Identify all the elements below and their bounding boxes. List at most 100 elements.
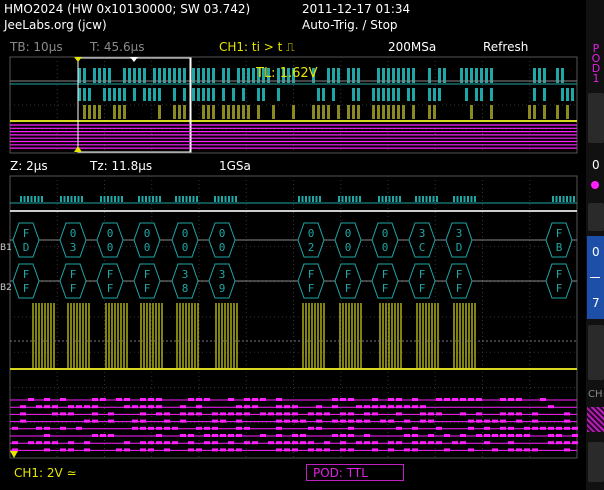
ch1-pulse — [207, 105, 210, 119]
bus-pulse — [107, 196, 109, 202]
logic-pulse — [388, 398, 394, 401]
logic-pulse — [500, 434, 506, 437]
logic-pulse — [292, 412, 298, 416]
bus-byte-hi: 0 — [345, 227, 352, 240]
logic-pulse — [92, 434, 98, 437]
logic-pulse — [236, 412, 242, 416]
logic-pulse — [188, 441, 194, 445]
logic-pulse — [436, 412, 442, 416]
logic-pulse — [508, 426, 514, 430]
logic-pulse — [364, 405, 370, 409]
trigger-level-label: TL: 1.62V — [256, 66, 318, 81]
bus-byte-lo: F — [23, 282, 30, 295]
ch1-pulse — [470, 105, 473, 119]
sidebar-soft-key-2[interactable] — [588, 203, 604, 231]
bus-pulse — [118, 88, 121, 101]
logic-pulse — [500, 398, 506, 401]
logic-pulse — [404, 434, 410, 437]
sidebar-soft-key-3[interactable] — [588, 325, 604, 380]
bus-pulse — [113, 88, 116, 101]
bus-pulse — [23, 196, 26, 202]
logic-pulse — [140, 405, 146, 409]
bus-pulse — [332, 88, 335, 101]
logic-pulse — [356, 405, 362, 409]
bus-pulse — [74, 196, 76, 202]
logic-pulse — [84, 405, 90, 409]
bus-pulse — [173, 88, 176, 101]
logic-pulse — [44, 426, 50, 430]
logic-pulse — [532, 419, 538, 423]
logic-pulse — [228, 412, 234, 416]
logic-pulse — [140, 448, 146, 452]
bus-pulse — [235, 196, 237, 202]
logic-pulse — [148, 405, 154, 409]
logic-pulse — [124, 405, 130, 409]
bus-pulse — [470, 196, 473, 202]
logic-pulse — [492, 419, 498, 423]
logic-pulse — [364, 412, 370, 416]
logic-pulse — [364, 434, 370, 437]
bus-pulse — [197, 88, 200, 101]
logic-pulse — [292, 434, 298, 437]
logic-pulse — [60, 398, 66, 401]
pod-logic-level[interactable]: POD: TTL — [306, 464, 404, 481]
sidebar-soft-key-4[interactable] — [588, 442, 604, 482]
logic-pulse — [12, 448, 18, 452]
logic-pulse — [476, 398, 482, 401]
bus-byte-lo: 0 — [182, 241, 189, 254]
bus-pulse — [262, 88, 265, 101]
logic-pulse — [244, 398, 250, 401]
logic-pulse — [252, 405, 258, 409]
range-divider — [590, 277, 600, 278]
bus-pulse — [385, 196, 387, 202]
logic-pulse — [284, 441, 290, 445]
bus-pulse — [397, 88, 400, 101]
ch1-pulse — [357, 105, 360, 119]
logic-pulse — [540, 426, 546, 430]
logic-pulse — [444, 448, 450, 452]
sidebar-soft-key-1[interactable] — [588, 93, 604, 143]
logic-pulse — [476, 434, 482, 437]
logic-pulse — [212, 434, 218, 437]
logic-pulse — [452, 441, 458, 445]
bus-pulse — [418, 196, 421, 202]
ch1-pulse — [528, 105, 531, 119]
bus-byte-lo: F — [556, 282, 563, 295]
logic-pulse — [412, 405, 418, 409]
logic-pulse — [348, 398, 354, 401]
bus-pulse — [224, 196, 227, 202]
bus-byte-lo: 2 — [308, 241, 315, 254]
bus-byte-lo: 0 — [219, 241, 226, 254]
bus-byte-lo: F — [382, 282, 389, 295]
logic-pulse — [276, 426, 282, 430]
bus-pulse — [399, 196, 401, 202]
logic-pulse — [236, 405, 242, 409]
bus-pulse — [566, 88, 569, 101]
ch1-pulse — [402, 105, 405, 119]
bus-pulse — [456, 196, 459, 202]
bus-pulse — [242, 88, 245, 101]
ch1-pulse — [222, 105, 225, 119]
bus-byte-lo: 8 — [182, 282, 189, 295]
logic-pulse — [476, 412, 482, 416]
logic-pulse — [348, 434, 354, 437]
logic-pulse — [276, 441, 282, 445]
bus-pulse — [158, 88, 161, 101]
bus-pulse — [415, 196, 417, 202]
logic-pulse — [460, 412, 466, 416]
bus-pulse — [189, 196, 191, 202]
bus-pulse — [141, 196, 144, 202]
logic-pulse — [516, 448, 522, 452]
logic-pulse — [524, 426, 530, 430]
bus-pulse — [196, 196, 198, 202]
logic-pulse — [516, 412, 522, 416]
bus-pulse — [83, 88, 86, 101]
bus-pulse — [202, 88, 205, 101]
logic-pulse — [156, 441, 162, 445]
bus-pulse — [412, 88, 415, 101]
bus-byte-hi: 3 — [456, 227, 463, 240]
logic-pulse — [332, 405, 338, 409]
channel1-scale[interactable]: CH1: 2V ≃ — [14, 467, 77, 479]
logic-pulse — [452, 398, 458, 401]
logic-pulse — [404, 405, 410, 409]
